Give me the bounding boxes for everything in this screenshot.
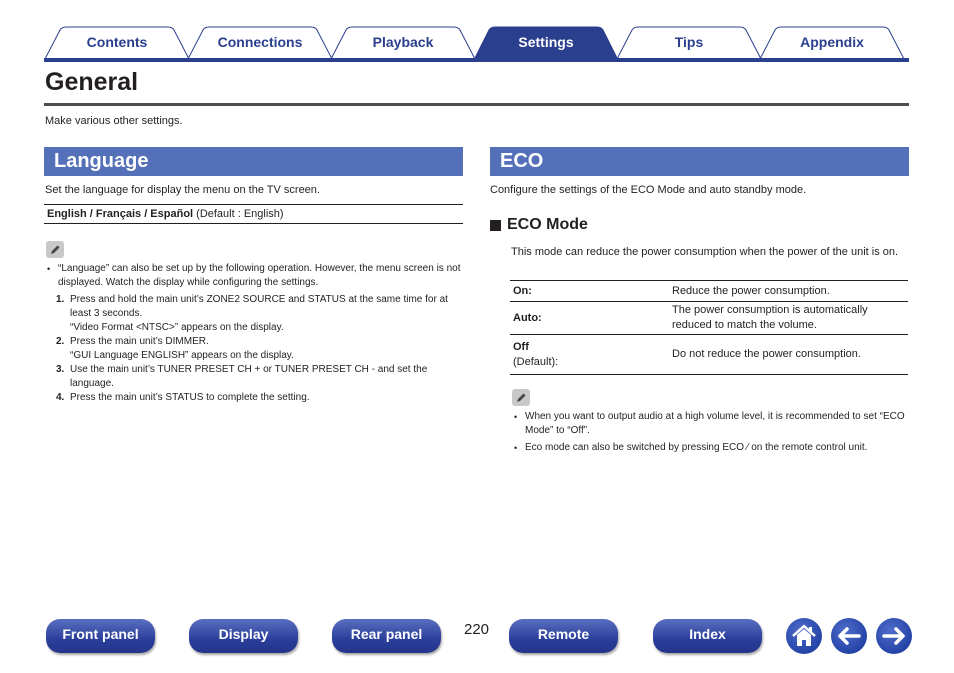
eco-mode-description: This mode can reduce the power consumpti… bbox=[511, 246, 899, 258]
step-text: Press the main unit’s STATUS to complete… bbox=[70, 392, 310, 403]
tab-label: Tips bbox=[674, 34, 704, 50]
step-4: 4. Press the main unit’s STATUS to compl… bbox=[45, 391, 465, 405]
eco-mode-title: ECO Mode bbox=[507, 216, 588, 233]
tab-settings[interactable]: Settings bbox=[473, 26, 619, 60]
pencil-icon bbox=[512, 389, 530, 406]
language-options: English / Français / Español (Default : … bbox=[44, 204, 463, 224]
table-row: Off (Default): Do not reduce the power c… bbox=[510, 334, 908, 375]
note-bullet: “Language” can also be set up by the fol… bbox=[45, 262, 465, 290]
tab-appendix[interactable]: Appendix bbox=[759, 26, 905, 60]
tab-connections[interactable]: Connections bbox=[187, 26, 333, 60]
step-sub: “Video Format <NTSC>” appears on the dis… bbox=[70, 322, 284, 333]
home-button[interactable] bbox=[786, 618, 822, 654]
tab-label: Settings bbox=[518, 34, 574, 50]
step-1: 1. Press and hold the main unit’s ZONE2 … bbox=[45, 293, 465, 335]
language-section-header: Language bbox=[44, 147, 463, 176]
home-icon bbox=[792, 624, 816, 646]
rear-panel-button[interactable]: Rear panel bbox=[332, 619, 441, 653]
step-number: 1. bbox=[56, 294, 65, 305]
index-button[interactable]: Index bbox=[653, 619, 762, 653]
step-number: 4. bbox=[56, 392, 65, 403]
table-value: Do not reduce the power consumption. bbox=[669, 334, 908, 375]
tab-bar-underline bbox=[44, 58, 909, 62]
forward-button[interactable] bbox=[876, 618, 912, 654]
tab-bar: Contents Connections Playback Settings T… bbox=[44, 26, 909, 62]
step-text: Press the main unit’s DIMMER. bbox=[70, 336, 209, 347]
title-divider bbox=[44, 103, 909, 106]
eco-mode-heading: ECO Mode bbox=[490, 216, 588, 234]
tab-label: Contents bbox=[86, 34, 148, 50]
step-3: 3. Use the main unit’s TUNER PRESET CH +… bbox=[45, 363, 465, 391]
page-number: 220 bbox=[464, 621, 490, 638]
page-intro: Make various other settings. bbox=[45, 115, 183, 127]
table-value: The power consumption is automatically r… bbox=[669, 301, 908, 335]
language-notes: “Language” can also be set up by the fol… bbox=[45, 262, 465, 405]
table-key-sub: (Default): bbox=[513, 355, 559, 368]
table-row: Auto: The power consumption is automatic… bbox=[510, 301, 908, 335]
step-text: Use the main unit’s TUNER PRESET CH + or… bbox=[70, 364, 428, 389]
eco-mode-table: On: Reduce the power consumption. Auto: … bbox=[510, 280, 908, 375]
language-options-values: English / Français / Español bbox=[47, 208, 194, 220]
language-default: (Default : English) bbox=[193, 208, 284, 220]
page-title: General bbox=[45, 68, 139, 96]
table-key: Off bbox=[513, 340, 529, 353]
tab-label: Connections bbox=[217, 34, 303, 50]
pencil-icon bbox=[46, 241, 64, 258]
forward-arrow-icon bbox=[882, 627, 905, 645]
step-text: Press and hold the main unit’s ZONE2 SOU… bbox=[70, 294, 448, 319]
step-2: 2. Press the main unit’s DIMMER. “GUI La… bbox=[45, 335, 465, 363]
back-arrow-icon bbox=[838, 627, 861, 645]
eco-notes: When you want to output audio at a high … bbox=[512, 410, 908, 455]
eco-section-header: ECO bbox=[490, 147, 909, 176]
step-number: 3. bbox=[56, 364, 65, 375]
note-bullet: When you want to output audio at a high … bbox=[512, 410, 908, 438]
table-key: On: bbox=[510, 280, 669, 302]
display-button[interactable]: Display bbox=[189, 619, 298, 653]
step-number: 2. bbox=[56, 336, 65, 347]
tab-label: Playback bbox=[372, 34, 434, 50]
tab-contents[interactable]: Contents bbox=[44, 26, 190, 60]
table-key-cell: Off (Default): bbox=[510, 334, 669, 375]
front-panel-button[interactable]: Front panel bbox=[46, 619, 155, 653]
tab-label: Appendix bbox=[800, 34, 864, 50]
step-sub: “GUI Language ENGLISH” appears on the di… bbox=[70, 350, 294, 361]
language-description: Set the language for display the menu on… bbox=[45, 184, 320, 196]
square-bullet-icon bbox=[490, 219, 501, 231]
eco-description: Configure the settings of the ECO Mode a… bbox=[490, 184, 807, 196]
remote-button[interactable]: Remote bbox=[509, 619, 618, 653]
back-button[interactable] bbox=[831, 618, 867, 654]
table-value: Reduce the power consumption. bbox=[669, 280, 908, 302]
table-key: Auto: bbox=[510, 301, 669, 335]
note-bullet: Eco mode can also be switched by pressin… bbox=[512, 441, 908, 455]
tab-tips[interactable]: Tips bbox=[616, 26, 762, 60]
tab-playback[interactable]: Playback bbox=[330, 26, 476, 60]
table-row: On: Reduce the power consumption. bbox=[510, 280, 908, 302]
